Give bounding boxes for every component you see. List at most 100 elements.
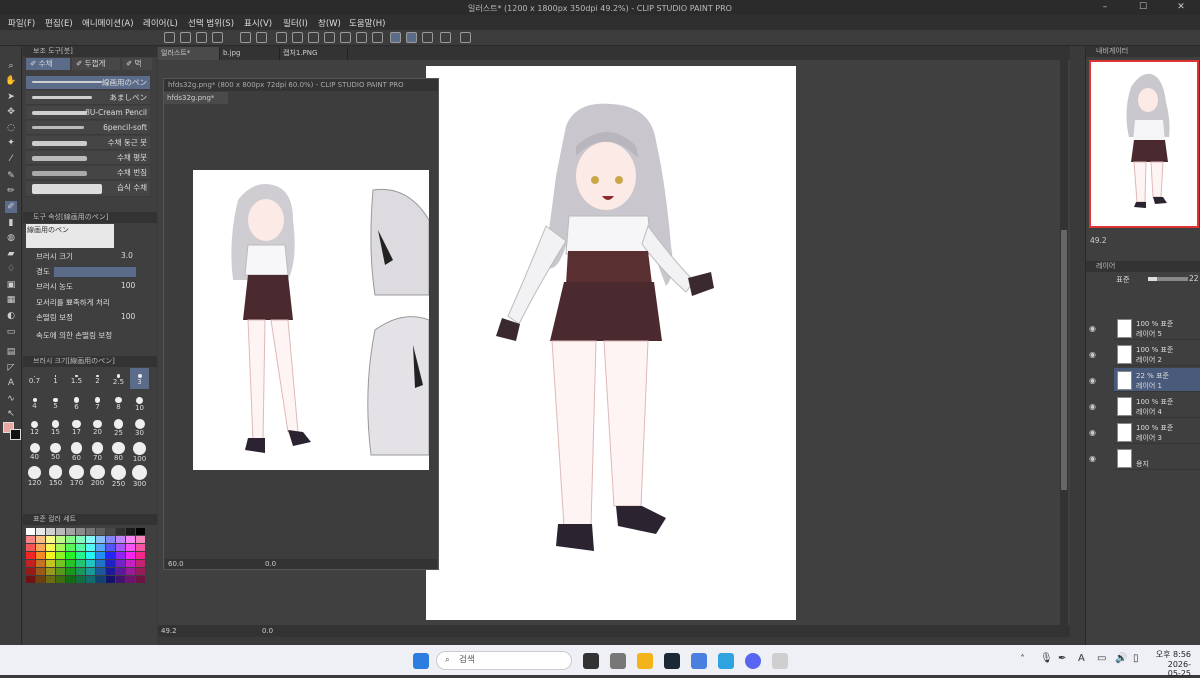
discord-icon[interactable] [745, 653, 761, 669]
menu-animation[interactable]: 애니메이션(A) [82, 17, 134, 29]
decoration-tool-icon[interactable]: ◍ [5, 232, 17, 244]
new-file-icon[interactable] [180, 32, 191, 43]
palette-swatch[interactable] [136, 552, 145, 559]
palette-swatch[interactable] [46, 576, 55, 583]
sub-window-angle[interactable]: 0.0 [265, 560, 276, 568]
clock[interactable]: 오후 8:56 2026-05-25 [1155, 649, 1191, 678]
menu-filter[interactable]: 필터(I) [283, 17, 308, 29]
palette-swatch[interactable] [136, 544, 145, 551]
palette-swatch[interactable] [106, 528, 115, 535]
frame-tool-icon[interactable]: ▭ [5, 326, 17, 338]
steam-icon[interactable] [664, 653, 680, 669]
palette-swatch[interactable] [76, 544, 85, 551]
palette-swatch[interactable] [56, 528, 65, 535]
menu-layer[interactable]: 레이어(L) [143, 17, 178, 29]
tab-ink[interactable]: ✐ 먹 [122, 58, 152, 70]
palette-swatch[interactable] [126, 560, 135, 567]
brush-size-option[interactable]: 15 [46, 416, 65, 437]
hand-tool-icon[interactable]: ✋ [5, 75, 17, 87]
palette-swatch[interactable] [56, 560, 65, 567]
open-file-icon[interactable] [196, 32, 207, 43]
palette-swatch[interactable] [56, 576, 65, 583]
sub-color-swatch[interactable] [10, 429, 21, 440]
opacity-value[interactable]: 22 [1189, 274, 1199, 283]
brush-size-option[interactable]: 170 [67, 464, 86, 487]
palette-swatch[interactable] [126, 568, 135, 575]
brush-item[interactable]: 습식 수채 [26, 181, 150, 197]
palette-swatch[interactable] [116, 560, 125, 567]
grid-icon[interactable] [308, 32, 319, 43]
fill-tool-icon[interactable]: ▣ [5, 279, 17, 291]
palette-swatch[interactable] [56, 544, 65, 551]
layer-row[interactable]: 100 % 표준 레이어 2 [1114, 342, 1200, 366]
view-icon[interactable] [440, 32, 451, 43]
hardness-row[interactable]: 경도 [26, 266, 153, 278]
palette-swatch[interactable] [46, 528, 55, 535]
palette-swatch[interactable] [76, 568, 85, 575]
brush-size-option[interactable]: 8 [109, 392, 128, 413]
palette-swatch[interactable] [136, 528, 145, 535]
palette-swatch[interactable] [106, 536, 115, 543]
maximize-button[interactable]: ☐ [1124, 0, 1162, 15]
tab-b-jpg[interactable]: b.jpg [220, 47, 280, 60]
palette-swatch[interactable] [56, 568, 65, 575]
main-canvas[interactable] [426, 66, 796, 620]
palette-swatch[interactable] [126, 576, 135, 583]
layer-row[interactable]: 100 % 표준 레이어 3 [1114, 420, 1200, 444]
palette-swatch[interactable] [116, 536, 125, 543]
palette-swatch[interactable] [96, 552, 105, 559]
brush-tool-icon[interactable]: ✐ [5, 201, 17, 213]
palette-swatch[interactable] [106, 576, 115, 583]
brush-size-option[interactable]: 2 [88, 368, 107, 389]
vector-tool-icon[interactable]: ↖ [5, 408, 17, 420]
pen-icon[interactable]: ✒ [1058, 653, 1066, 664]
palette-swatch[interactable] [76, 552, 85, 559]
palette-swatch[interactable] [36, 528, 45, 535]
color-palette[interactable] [26, 528, 150, 586]
palette-swatch[interactable] [56, 536, 65, 543]
palette-swatch[interactable] [46, 552, 55, 559]
layer-visibility-icon[interactable]: ◉ [1089, 428, 1099, 438]
eraser-tool-icon[interactable]: ▰ [5, 248, 17, 260]
palette-swatch[interactable] [26, 552, 35, 559]
pen-tool-icon[interactable]: ✎ [5, 170, 17, 182]
opacity-slider[interactable] [1148, 277, 1188, 281]
minimize-button[interactable]: – [1086, 0, 1124, 15]
palette-swatch[interactable] [26, 536, 35, 543]
brush-item[interactable]: 수채 번짐 [26, 166, 150, 180]
palette-swatch[interactable] [76, 536, 85, 543]
palette-swatch[interactable] [86, 528, 95, 535]
palette-swatch[interactable] [26, 576, 35, 583]
brush-size-option[interactable]: 25 [109, 416, 128, 437]
tab-capture[interactable]: 캡처1.PNG [280, 47, 348, 60]
layer-visibility-icon[interactable]: ◉ [1089, 324, 1099, 334]
balloon-tool-icon[interactable]: ◸ [5, 362, 17, 374]
brush-size-option[interactable]: 5 [46, 392, 65, 413]
tab-watercolor[interactable]: ✐ 수채 [26, 58, 70, 70]
palette-swatch[interactable] [96, 568, 105, 575]
palette-swatch[interactable] [36, 576, 45, 583]
rotation-value[interactable]: 0.0 [262, 627, 273, 635]
vertical-scroll-thumb[interactable] [1061, 230, 1067, 490]
menu-window[interactable]: 창(W) [318, 17, 341, 29]
transform-icon[interactable] [292, 32, 303, 43]
brush-size-option[interactable]: 1.5 [67, 368, 86, 389]
palette-swatch[interactable] [126, 536, 135, 543]
fill-icon[interactable] [340, 32, 351, 43]
palette-swatch[interactable] [46, 568, 55, 575]
palette-swatch[interactable] [66, 576, 75, 583]
layer-visibility-icon[interactable]: ◉ [1089, 376, 1099, 386]
search-input[interactable]: ⌕ 검색 [436, 651, 572, 670]
menu-selection[interactable]: 선택 범위(S) [188, 17, 234, 29]
hardness-bar[interactable] [54, 267, 136, 277]
palette-swatch[interactable] [66, 536, 75, 543]
palette-swatch[interactable] [116, 576, 125, 583]
speed-stabilize-row[interactable]: 속도에 의한 손떨림 보정 [26, 330, 153, 342]
brush-size-option[interactable]: 60 [67, 440, 86, 462]
brush-size-option[interactable]: 50 [46, 440, 65, 461]
palette-swatch[interactable] [86, 544, 95, 551]
text-tool-icon[interactable]: A [5, 377, 17, 389]
brush-size-option[interactable]: 1 [46, 368, 65, 389]
brush-size-option[interactable]: 12 [25, 416, 44, 437]
palette-swatch[interactable] [56, 552, 65, 559]
